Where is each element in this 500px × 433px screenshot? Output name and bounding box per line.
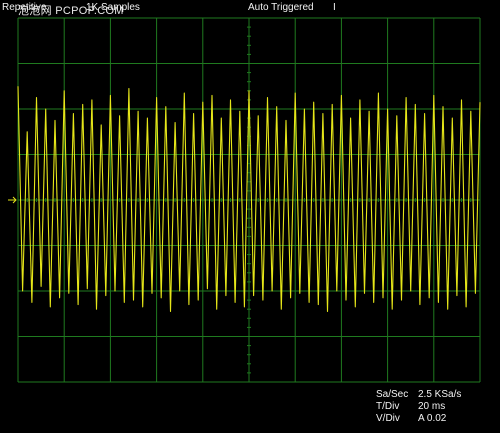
volt-div-label: V/Div (376, 413, 400, 424)
time-div-value: 20 ms (418, 401, 446, 412)
screen-background (0, 0, 500, 433)
watermark-logo: 泡泡网 PCPOP.COM (18, 5, 124, 17)
time-div-label: T/Div (376, 401, 400, 412)
trigger-status-label: Auto Triggered (248, 2, 314, 13)
sample-rate-value: 2.5 KSa/s (418, 389, 462, 400)
sample-rate-label: Sa/Sec (376, 389, 409, 400)
trigger-marker: I (333, 2, 336, 13)
volt-div-value: A 0.02 (418, 413, 447, 424)
oscilloscope-display (0, 0, 500, 433)
